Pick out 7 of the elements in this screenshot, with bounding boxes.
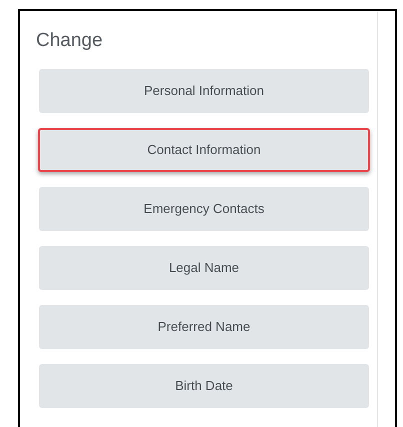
option-button[interactable]: Contact Information (38, 128, 370, 172)
option-button[interactable]: Preferred Name (39, 305, 369, 349)
option-button[interactable]: Birth Date (39, 364, 369, 408)
section-title: Change (36, 29, 103, 53)
option-button[interactable]: Emergency Contacts (39, 187, 369, 231)
option-button[interactable]: Personal Information (39, 69, 369, 113)
option-button[interactable]: Legal Name (39, 246, 369, 290)
